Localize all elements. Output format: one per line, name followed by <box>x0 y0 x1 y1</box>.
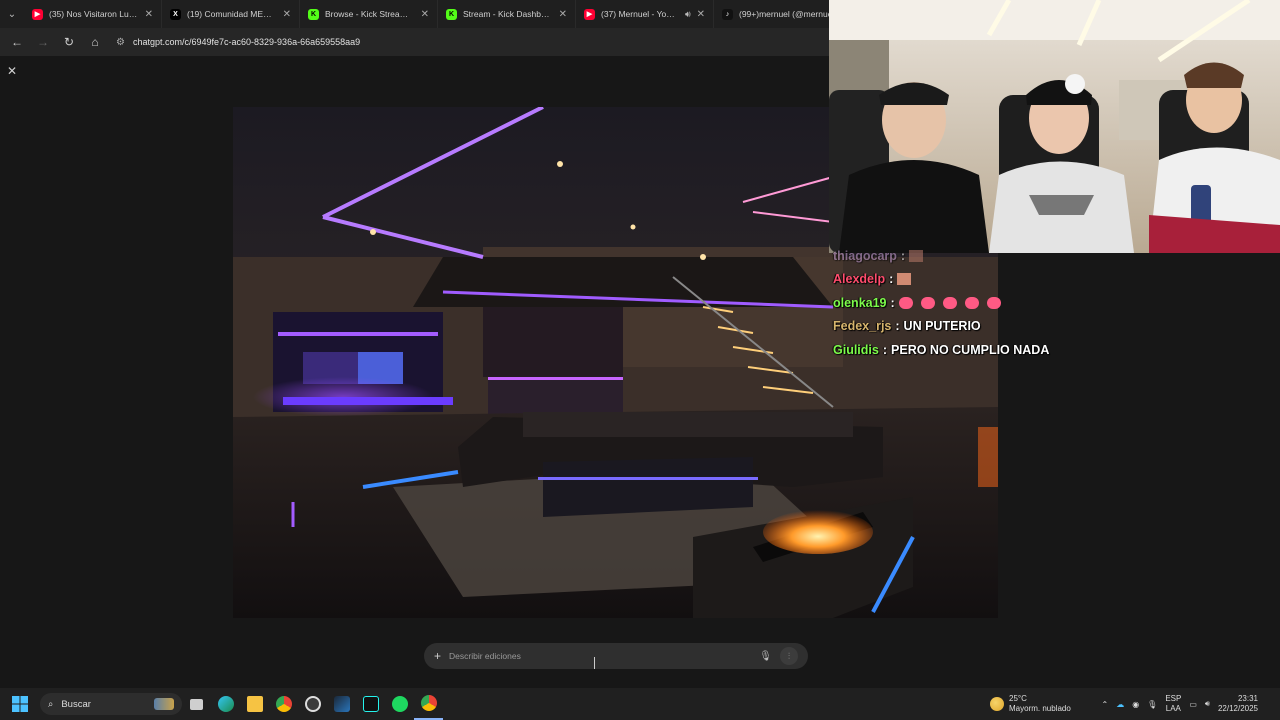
emote-icon <box>964 296 979 309</box>
search-highlight-icon <box>154 698 174 710</box>
text-cursor-icon <box>594 657 598 669</box>
system-tray: ⌃ ☁ ◉ 🎙︎ ESP LAA ▭ 🔊︎ 23:31 22/12/2025 <box>1101 688 1280 720</box>
microphone-icon[interactable]: 🎙︎ <box>759 651 772 662</box>
close-tab-icon[interactable]: ✕ <box>145 9 153 20</box>
search-icon: ⌕ <box>48 698 54 710</box>
mic-tray-icon[interactable]: 🎙︎ <box>1147 700 1157 709</box>
youtube-icon: ▶ <box>32 8 43 20</box>
tab[interactable]: X (19) Comunidad MERNOL ✕ <box>162 0 300 28</box>
tab[interactable]: K Browse - Kick Streaming ✕ <box>300 0 438 28</box>
chat-text: UN PUTERIO <box>903 319 981 334</box>
chat-username: olenka19 <box>833 295 887 310</box>
close-icon[interactable]: ✕ <box>7 64 17 78</box>
add-attachment-icon[interactable]: + <box>434 649 441 663</box>
emote-icon <box>942 296 957 309</box>
tab[interactable]: ▶ (37) Mernuel - YouTube 🔊︎ ✕ <box>576 0 714 28</box>
display-icon[interactable]: ▭ <box>1189 700 1197 709</box>
home-icon[interactable]: ⌂ <box>84 31 106 53</box>
edge-icon[interactable] <box>211 688 240 720</box>
close-tab-icon[interactable]: ✕ <box>697 9 705 20</box>
emote-icon <box>909 249 924 262</box>
chat-message: thiagocarp : <box>833 244 1273 268</box>
chat-username: Alexdelp <box>833 272 886 287</box>
chevron-up-icon[interactable]: ⌃ <box>1101 700 1108 709</box>
clock[interactable]: 23:31 22/12/2025 <box>1218 694 1258 714</box>
emote-icon <box>920 296 935 309</box>
volume-icon[interactable]: 🔊︎ <box>1205 699 1210 709</box>
taskbar: ⌕ Buscar 25°C Mayorm. nublado ⌃ ☁ ◉ 🎙︎ E… <box>0 688 1280 720</box>
onedrive-icon[interactable]: ☁ <box>1116 700 1124 709</box>
edit-prompt-bar: + 🎙︎ ⫶ <box>424 643 808 669</box>
kick-icon: K <box>446 8 457 20</box>
taskbar-search[interactable]: ⌕ Buscar <box>40 693 182 715</box>
reload-icon[interactable]: ↻ <box>58 31 80 53</box>
chat-text: PERO NO CUMPLIO NADA <box>891 342 1050 357</box>
emote-icon <box>897 273 912 286</box>
search-label: Buscar <box>61 698 91 710</box>
speaker-icon[interactable]: 🔊︎ <box>685 9 691 20</box>
close-tab-icon[interactable]: ✕ <box>421 9 429 20</box>
chat-message: Alexdelp : <box>833 268 1273 292</box>
tab-search-chevron-icon[interactable]: ⌄ <box>0 0 24 28</box>
chrome-active-icon[interactable] <box>414 688 443 720</box>
chat-username: Fedex_rjs <box>833 319 892 334</box>
chat-message: olenka19 : <box>833 291 1273 315</box>
url-text: chatgpt.com/c/6949fe7c-ac60-8329-936a-66… <box>132 37 361 47</box>
kick-icon: K <box>308 8 319 20</box>
webcam-overlay <box>829 0 1280 253</box>
weather-widget[interactable]: 25°C Mayorm. nublado <box>990 688 1071 720</box>
site-info-icon[interactable]: ⚙ <box>116 37 125 48</box>
weather-icon <box>990 697 1004 711</box>
screen: ⌄ ▶ (35) Nos Visitaron Luck Ra ✕ X (19) … <box>0 0 1280 720</box>
language-indicator[interactable]: ESP LAA <box>1165 694 1181 714</box>
chat-username: Giulidis <box>833 342 879 357</box>
live-chat-overlay: thiagocarp : Alexdelp : olenka19 : Fedex… <box>833 244 1273 362</box>
spotify-icon[interactable] <box>385 688 414 720</box>
back-arrow-icon[interactable]: ← <box>6 31 28 53</box>
webcam-image <box>829 0 1280 253</box>
emote-icon <box>986 296 1001 309</box>
x-logo-icon: X <box>170 8 181 20</box>
edit-description-input[interactable] <box>449 651 752 661</box>
tab[interactable]: ▶ (35) Nos Visitaron Luck Ra ✕ <box>24 0 162 28</box>
steam-icon[interactable] <box>327 688 356 720</box>
tab[interactable]: K Stream - Kick Dashboard ✕ <box>438 0 576 28</box>
chat-username: thiagocarp <box>833 248 897 263</box>
task-view-icon[interactable] <box>182 688 211 720</box>
chrome-icon[interactable] <box>269 688 298 720</box>
close-tab-icon[interactable]: ✕ <box>559 9 567 20</box>
close-tab-icon[interactable]: ✕ <box>283 9 291 20</box>
file-explorer-icon[interactable] <box>240 688 269 720</box>
obs-icon[interactable] <box>298 688 327 720</box>
tiktok-icon: ♪ <box>722 8 733 20</box>
tiktok-icon[interactable] <box>356 688 385 720</box>
chat-message: Fedex_rjs : UN PUTERIO <box>833 319 981 334</box>
weather-desc: Mayorm. nublado <box>1009 704 1071 713</box>
weather-temp: 25°C <box>1009 694 1027 704</box>
windows-start-icon[interactable] <box>0 688 40 720</box>
chat-message: Giulidis : PERO NO CUMPLIO NADA <box>833 342 1050 357</box>
emote-icon <box>898 296 913 309</box>
voice-mode-icon[interactable]: ⫶ <box>780 647 798 665</box>
wifi-icon[interactable]: ◉ <box>1132 700 1139 709</box>
youtube-icon: ▶ <box>584 8 595 20</box>
forward-arrow-icon[interactable]: → <box>32 31 54 53</box>
